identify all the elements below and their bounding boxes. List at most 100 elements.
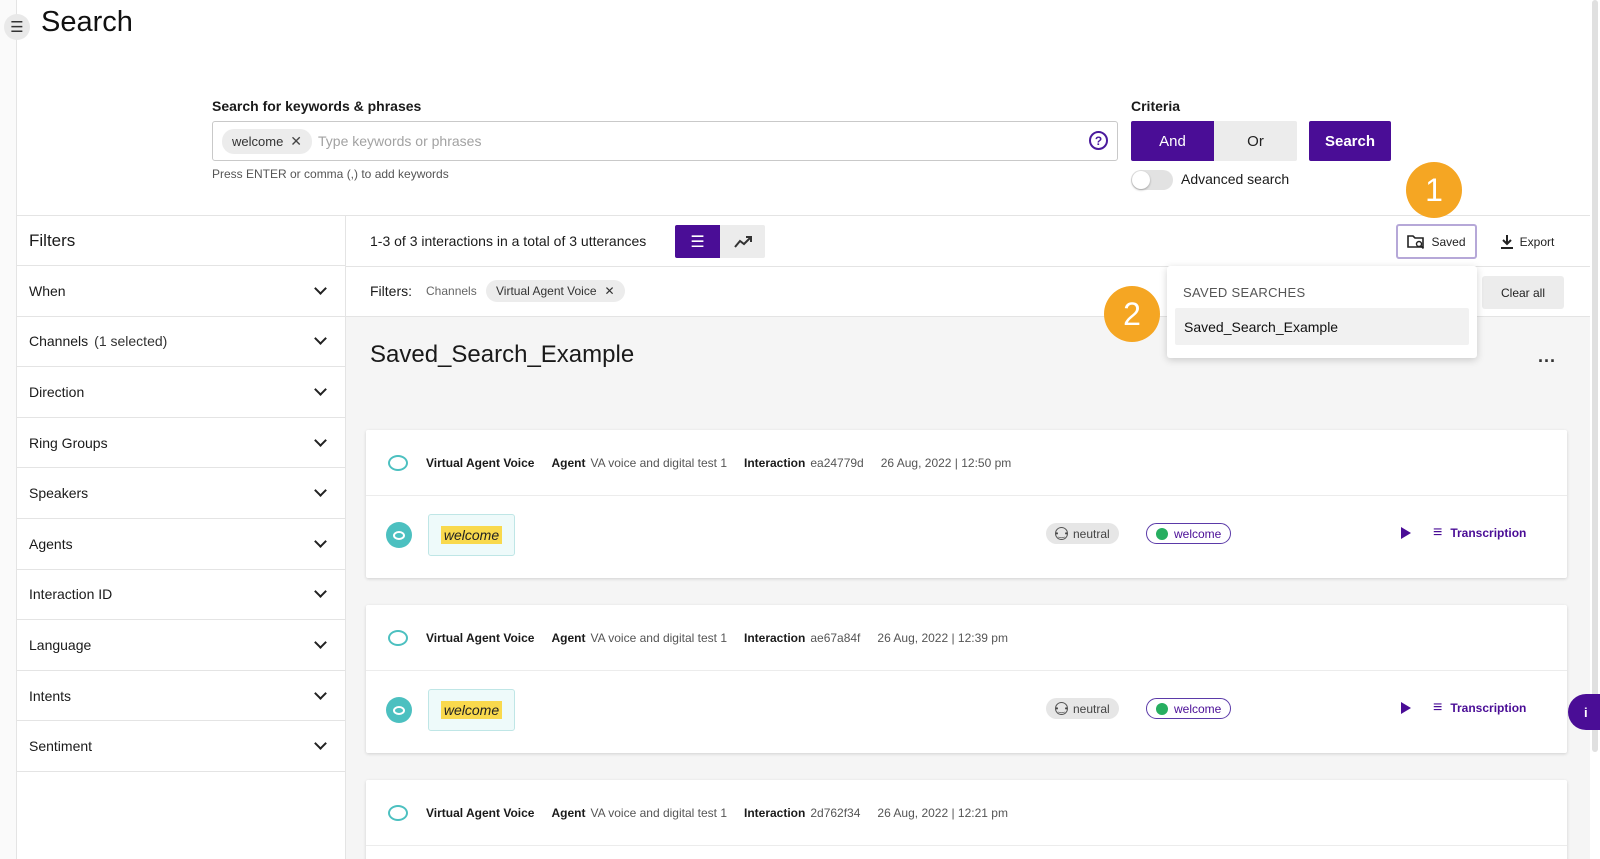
filters-panel: Filters When Channels (1 selected) Direct… xyxy=(17,215,346,859)
utterance-row: welcome •‿• neutral welcome ≡ Transcriptio… xyxy=(366,496,1567,578)
toggle-knob xyxy=(1132,171,1150,189)
saved-searches-button[interactable]: Saved xyxy=(1396,224,1477,259)
sentiment-chip: •‿• neutral xyxy=(1046,523,1119,544)
chevron-down-icon xyxy=(314,332,327,346)
criteria-label: Criteria xyxy=(1131,98,1181,114)
criteria-or-button[interactable]: Or xyxy=(1214,121,1297,161)
utterance-bubble: welcome xyxy=(428,514,515,556)
filter-label: Direction xyxy=(29,383,85,400)
search-label: Search for keywords & phrases xyxy=(212,98,422,114)
filter-label: Language xyxy=(29,636,92,653)
active-filter-category: Channels xyxy=(426,284,477,298)
chevron-down-icon xyxy=(314,686,327,700)
page-title: Search xyxy=(41,6,133,38)
keyword-search-box[interactable]: welcome ✕ ? xyxy=(212,121,1118,161)
filter-interaction-id[interactable]: Interaction ID xyxy=(17,570,345,621)
keyword-chip-label: welcome xyxy=(232,133,284,149)
transcription-button[interactable]: ≡ Transcription xyxy=(1433,524,1526,542)
intent-dot-icon xyxy=(1156,527,1168,540)
transcription-button[interactable]: ≡ Transcription xyxy=(1433,699,1526,717)
chevron-down-icon xyxy=(314,484,327,498)
filter-direction[interactable]: Direction xyxy=(17,367,345,418)
criteria-and-button[interactable]: And xyxy=(1131,121,1214,161)
chevron-down-icon xyxy=(314,383,327,396)
interaction-datetime: 26 Aug, 2022 | 12:39 pm xyxy=(877,630,1008,645)
saved-searches-header: SAVED SEARCHES xyxy=(1183,285,1306,300)
advanced-search-label: Advanced search xyxy=(1181,171,1290,187)
list-icon: ☰ xyxy=(690,233,705,251)
virtual-agent-icon xyxy=(388,804,408,821)
transcription-label: Transcription xyxy=(1450,701,1527,715)
filter-intents[interactable]: Intents xyxy=(17,671,345,722)
search-page: ☰ Search Search for keywords & phrases w… xyxy=(0,0,1600,859)
interaction-card-header[interactable]: Virtual Agent Voice Agent VA voice and d… xyxy=(366,780,1567,846)
left-rail xyxy=(0,0,17,859)
interaction-card-header[interactable]: Virtual Agent Voice Agent VA voice and d… xyxy=(366,430,1567,496)
transcription-label: Transcription xyxy=(1450,526,1527,540)
folder-search-icon xyxy=(1407,235,1425,249)
chevron-down-icon xyxy=(314,281,327,295)
active-filters-label: Filters: xyxy=(370,283,412,299)
virtual-agent-speaker-icon xyxy=(386,697,412,723)
filter-channels[interactable]: Channels (1 selected) xyxy=(17,317,345,368)
transcript-lines-icon: ≡ xyxy=(1433,699,1443,716)
remove-filter-icon[interactable]: ✕ xyxy=(605,284,615,298)
utterance-highlight: welcome xyxy=(440,701,503,719)
filter-label: Intents xyxy=(29,687,72,704)
filter-speakers[interactable]: Speakers xyxy=(17,468,345,519)
filter-label: Interaction ID xyxy=(29,586,113,603)
search-button[interactable]: Search xyxy=(1309,121,1391,161)
keyword-chip[interactable]: welcome ✕ xyxy=(222,128,313,154)
interaction-label: Interaction xyxy=(744,455,806,470)
help-icon[interactable]: ? xyxy=(1089,131,1108,150)
filter-when[interactable]: When xyxy=(17,266,345,317)
filters-title: Filters xyxy=(17,216,345,266)
filter-ring-groups[interactable]: Ring Groups xyxy=(17,418,345,469)
list-view-button[interactable]: ☰ xyxy=(675,225,720,258)
filter-sentiment[interactable]: Sentiment xyxy=(17,721,345,772)
neutral-face-icon: •‿• xyxy=(1055,702,1068,715)
utterance-highlight: welcome xyxy=(440,526,503,544)
intent-dot-icon xyxy=(1156,702,1168,715)
export-button[interactable]: Export xyxy=(1492,224,1562,259)
trend-view-button[interactable] xyxy=(720,225,765,258)
sentiment-label: neutral xyxy=(1073,526,1110,541)
results-toolbar: 1-3 of 3 interactions in a total of 3 ut… xyxy=(346,216,1590,267)
info-tab-icon[interactable]: i xyxy=(1568,694,1600,730)
page-scrollbar[interactable] xyxy=(1590,0,1600,859)
agent-name: VA voice and digital test 1 xyxy=(590,805,727,820)
hamburger-menu-icon[interactable]: ☰ xyxy=(4,14,30,40)
channel-name: Virtual Agent Voice xyxy=(426,455,535,470)
chevron-down-icon xyxy=(314,636,327,649)
filter-label: Ring Groups xyxy=(29,434,108,451)
neutral-face-icon: •‿• xyxy=(1055,527,1068,540)
interaction-id: ae67a84f xyxy=(810,630,861,645)
clear-all-button[interactable]: Clear all xyxy=(1482,276,1564,309)
interaction-datetime: 26 Aug, 2022 | 12:21 pm xyxy=(877,805,1008,820)
filter-language[interactable]: Language xyxy=(17,620,345,671)
play-icon[interactable] xyxy=(1401,527,1411,539)
active-filter-chip[interactable]: Virtual Agent Voice ✕ xyxy=(486,280,625,302)
chevron-down-icon xyxy=(314,585,327,599)
filter-agents[interactable]: Agents xyxy=(17,519,345,570)
channel-name: Virtual Agent Voice xyxy=(426,805,535,820)
intent-label: welcome xyxy=(1174,701,1222,716)
saved-search-item[interactable]: Saved_Search_Example xyxy=(1175,308,1469,345)
play-icon[interactable] xyxy=(1401,702,1411,714)
virtual-agent-speaker-icon xyxy=(386,522,412,548)
intent-label: welcome xyxy=(1174,526,1222,541)
filter-label: Agents xyxy=(29,535,73,552)
search-hint: Press ENTER or comma (,) to add keywords xyxy=(212,167,449,181)
virtual-agent-icon xyxy=(388,454,408,471)
more-options-icon[interactable]: ... xyxy=(1538,346,1556,367)
keyword-input[interactable] xyxy=(318,133,1079,149)
advanced-search-toggle[interactable] xyxy=(1131,170,1173,190)
sentiment-chip: •‿• neutral xyxy=(1046,698,1119,719)
interaction-datetime: 26 Aug, 2022 | 12:50 pm xyxy=(880,455,1012,470)
interaction-card-header[interactable]: Virtual Agent Voice Agent VA voice and d… xyxy=(366,605,1567,671)
scrollbar-thumb[interactable] xyxy=(1592,0,1598,752)
sentiment-label: neutral xyxy=(1073,701,1110,716)
remove-keyword-icon[interactable]: ✕ xyxy=(290,133,302,150)
filter-selected-count: (1 selected) xyxy=(94,333,168,350)
interaction-card: Virtual Agent Voice Agent VA voice and d… xyxy=(366,780,1567,859)
